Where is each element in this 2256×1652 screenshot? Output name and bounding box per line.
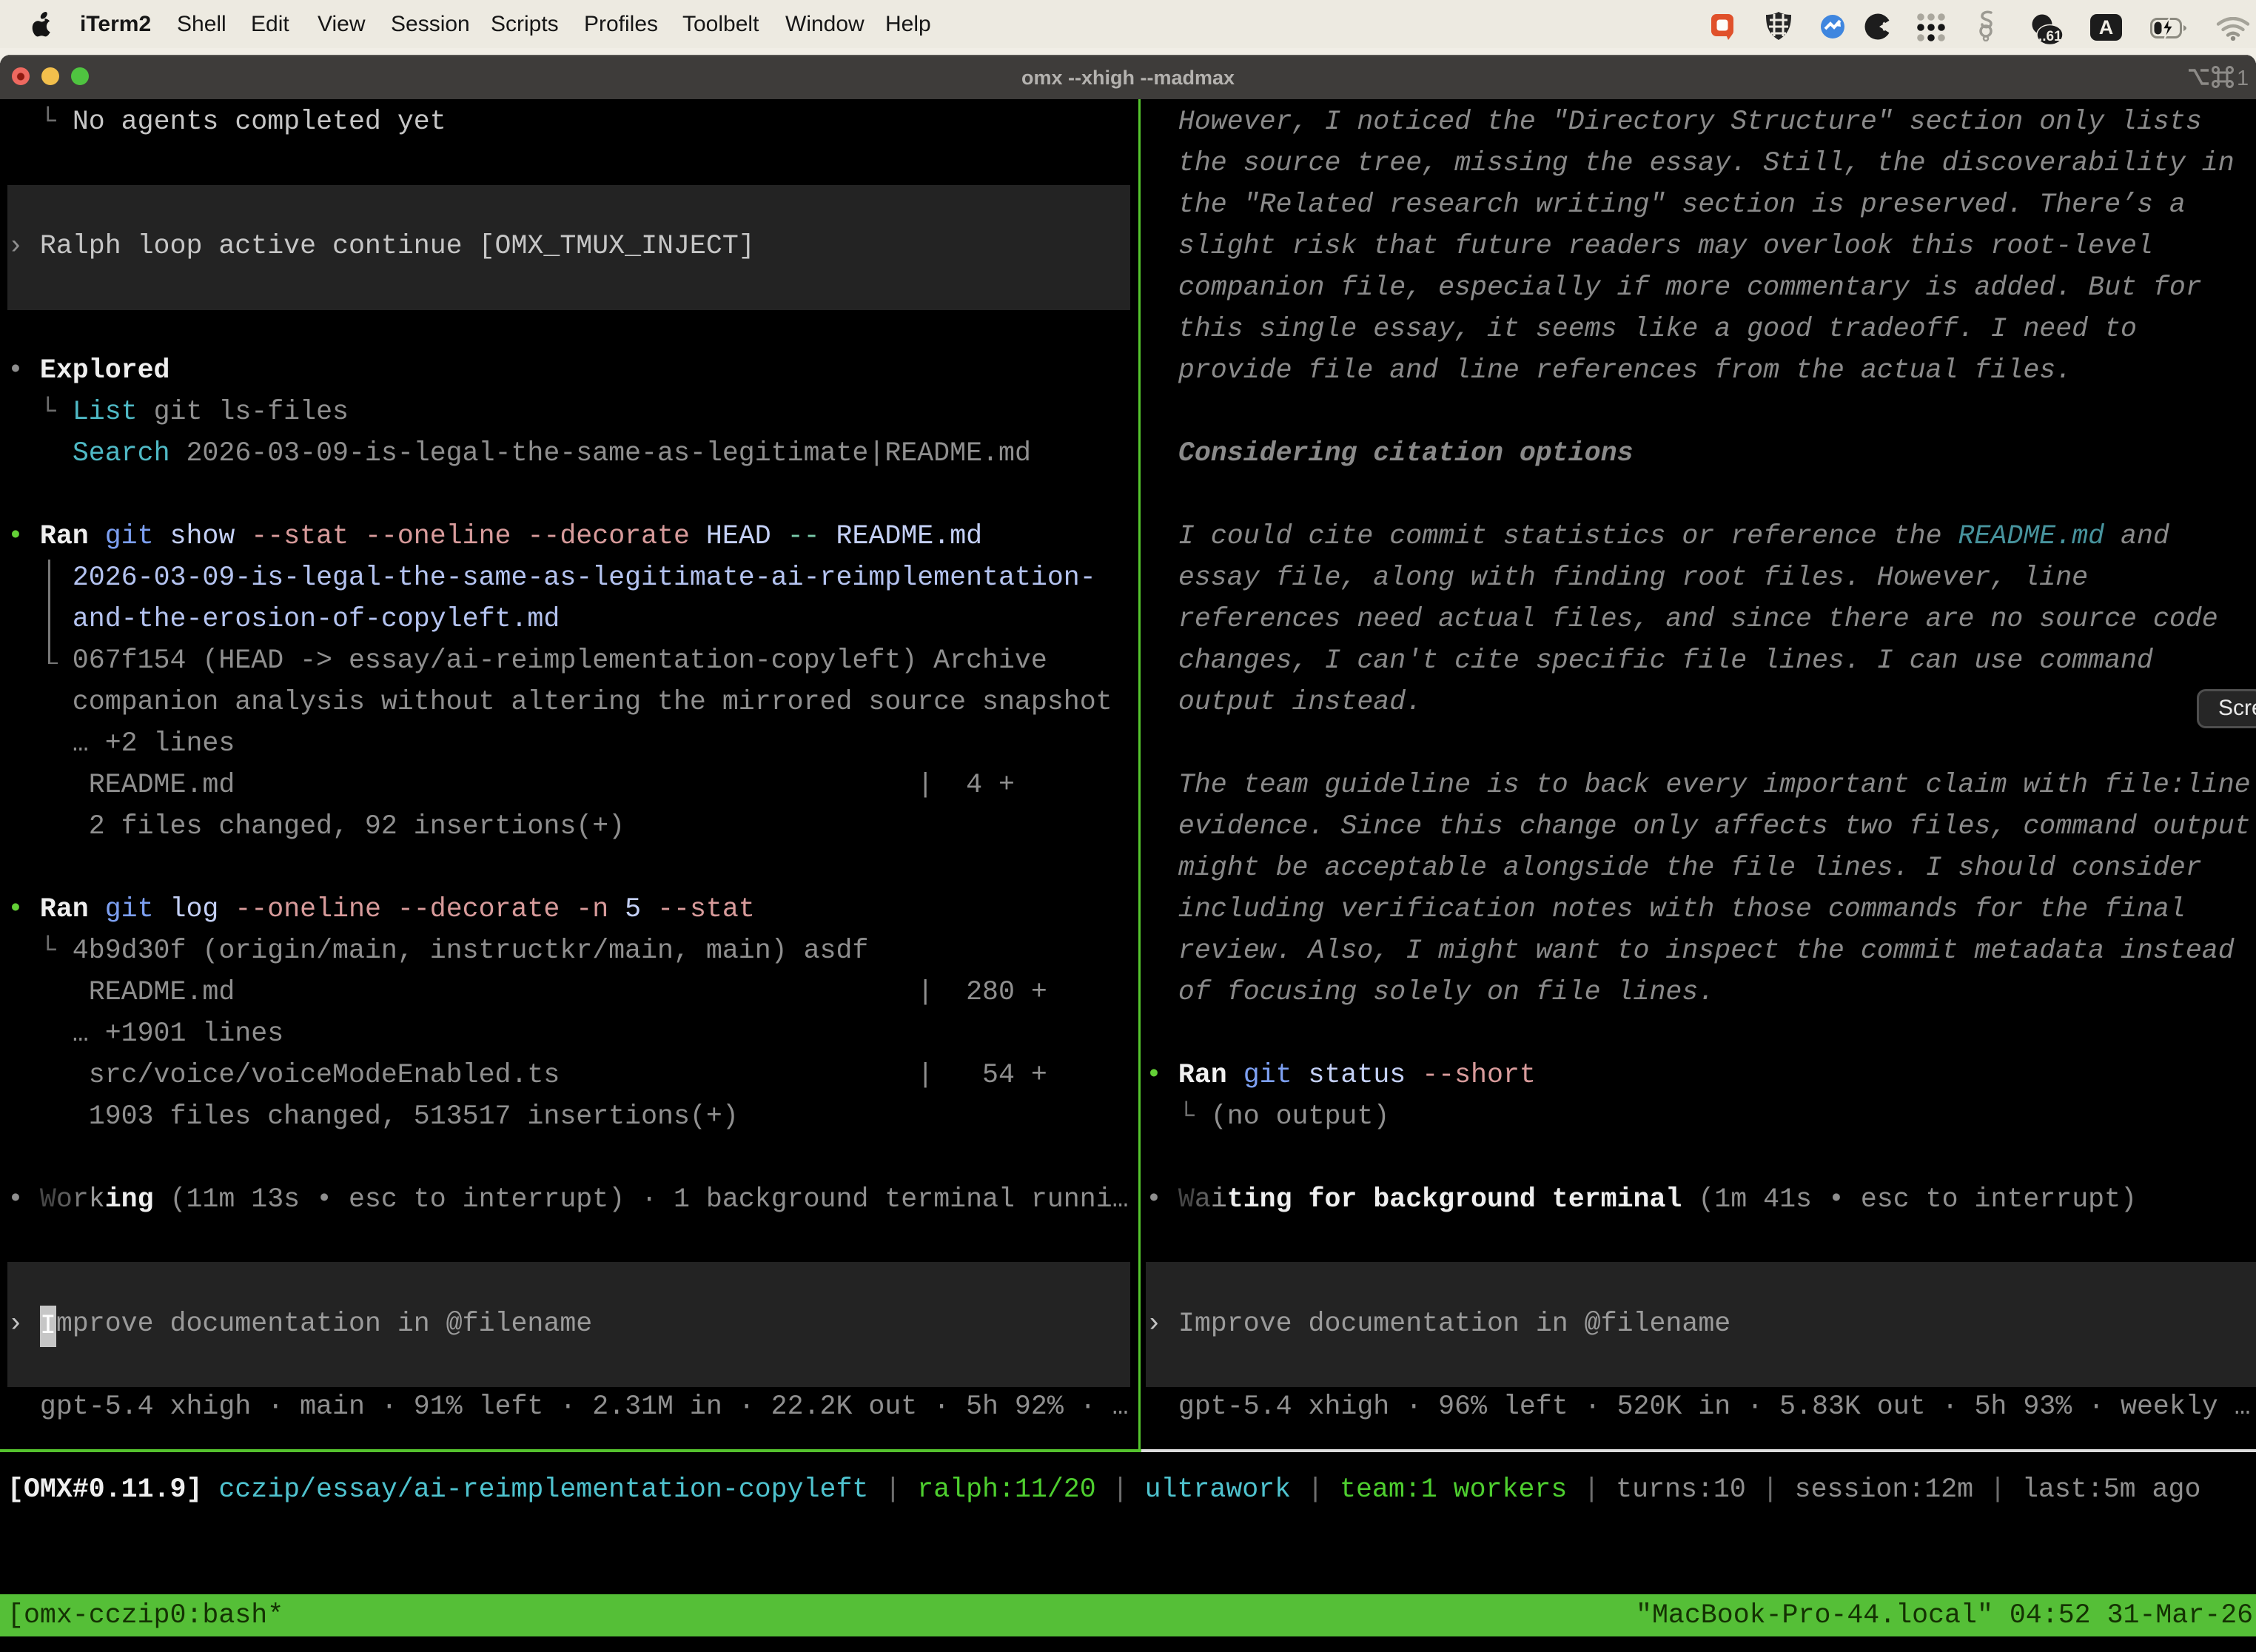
svg-text:..61: ..61: [2038, 29, 2062, 44]
svg-text:1: 1: [2237, 67, 2249, 88]
